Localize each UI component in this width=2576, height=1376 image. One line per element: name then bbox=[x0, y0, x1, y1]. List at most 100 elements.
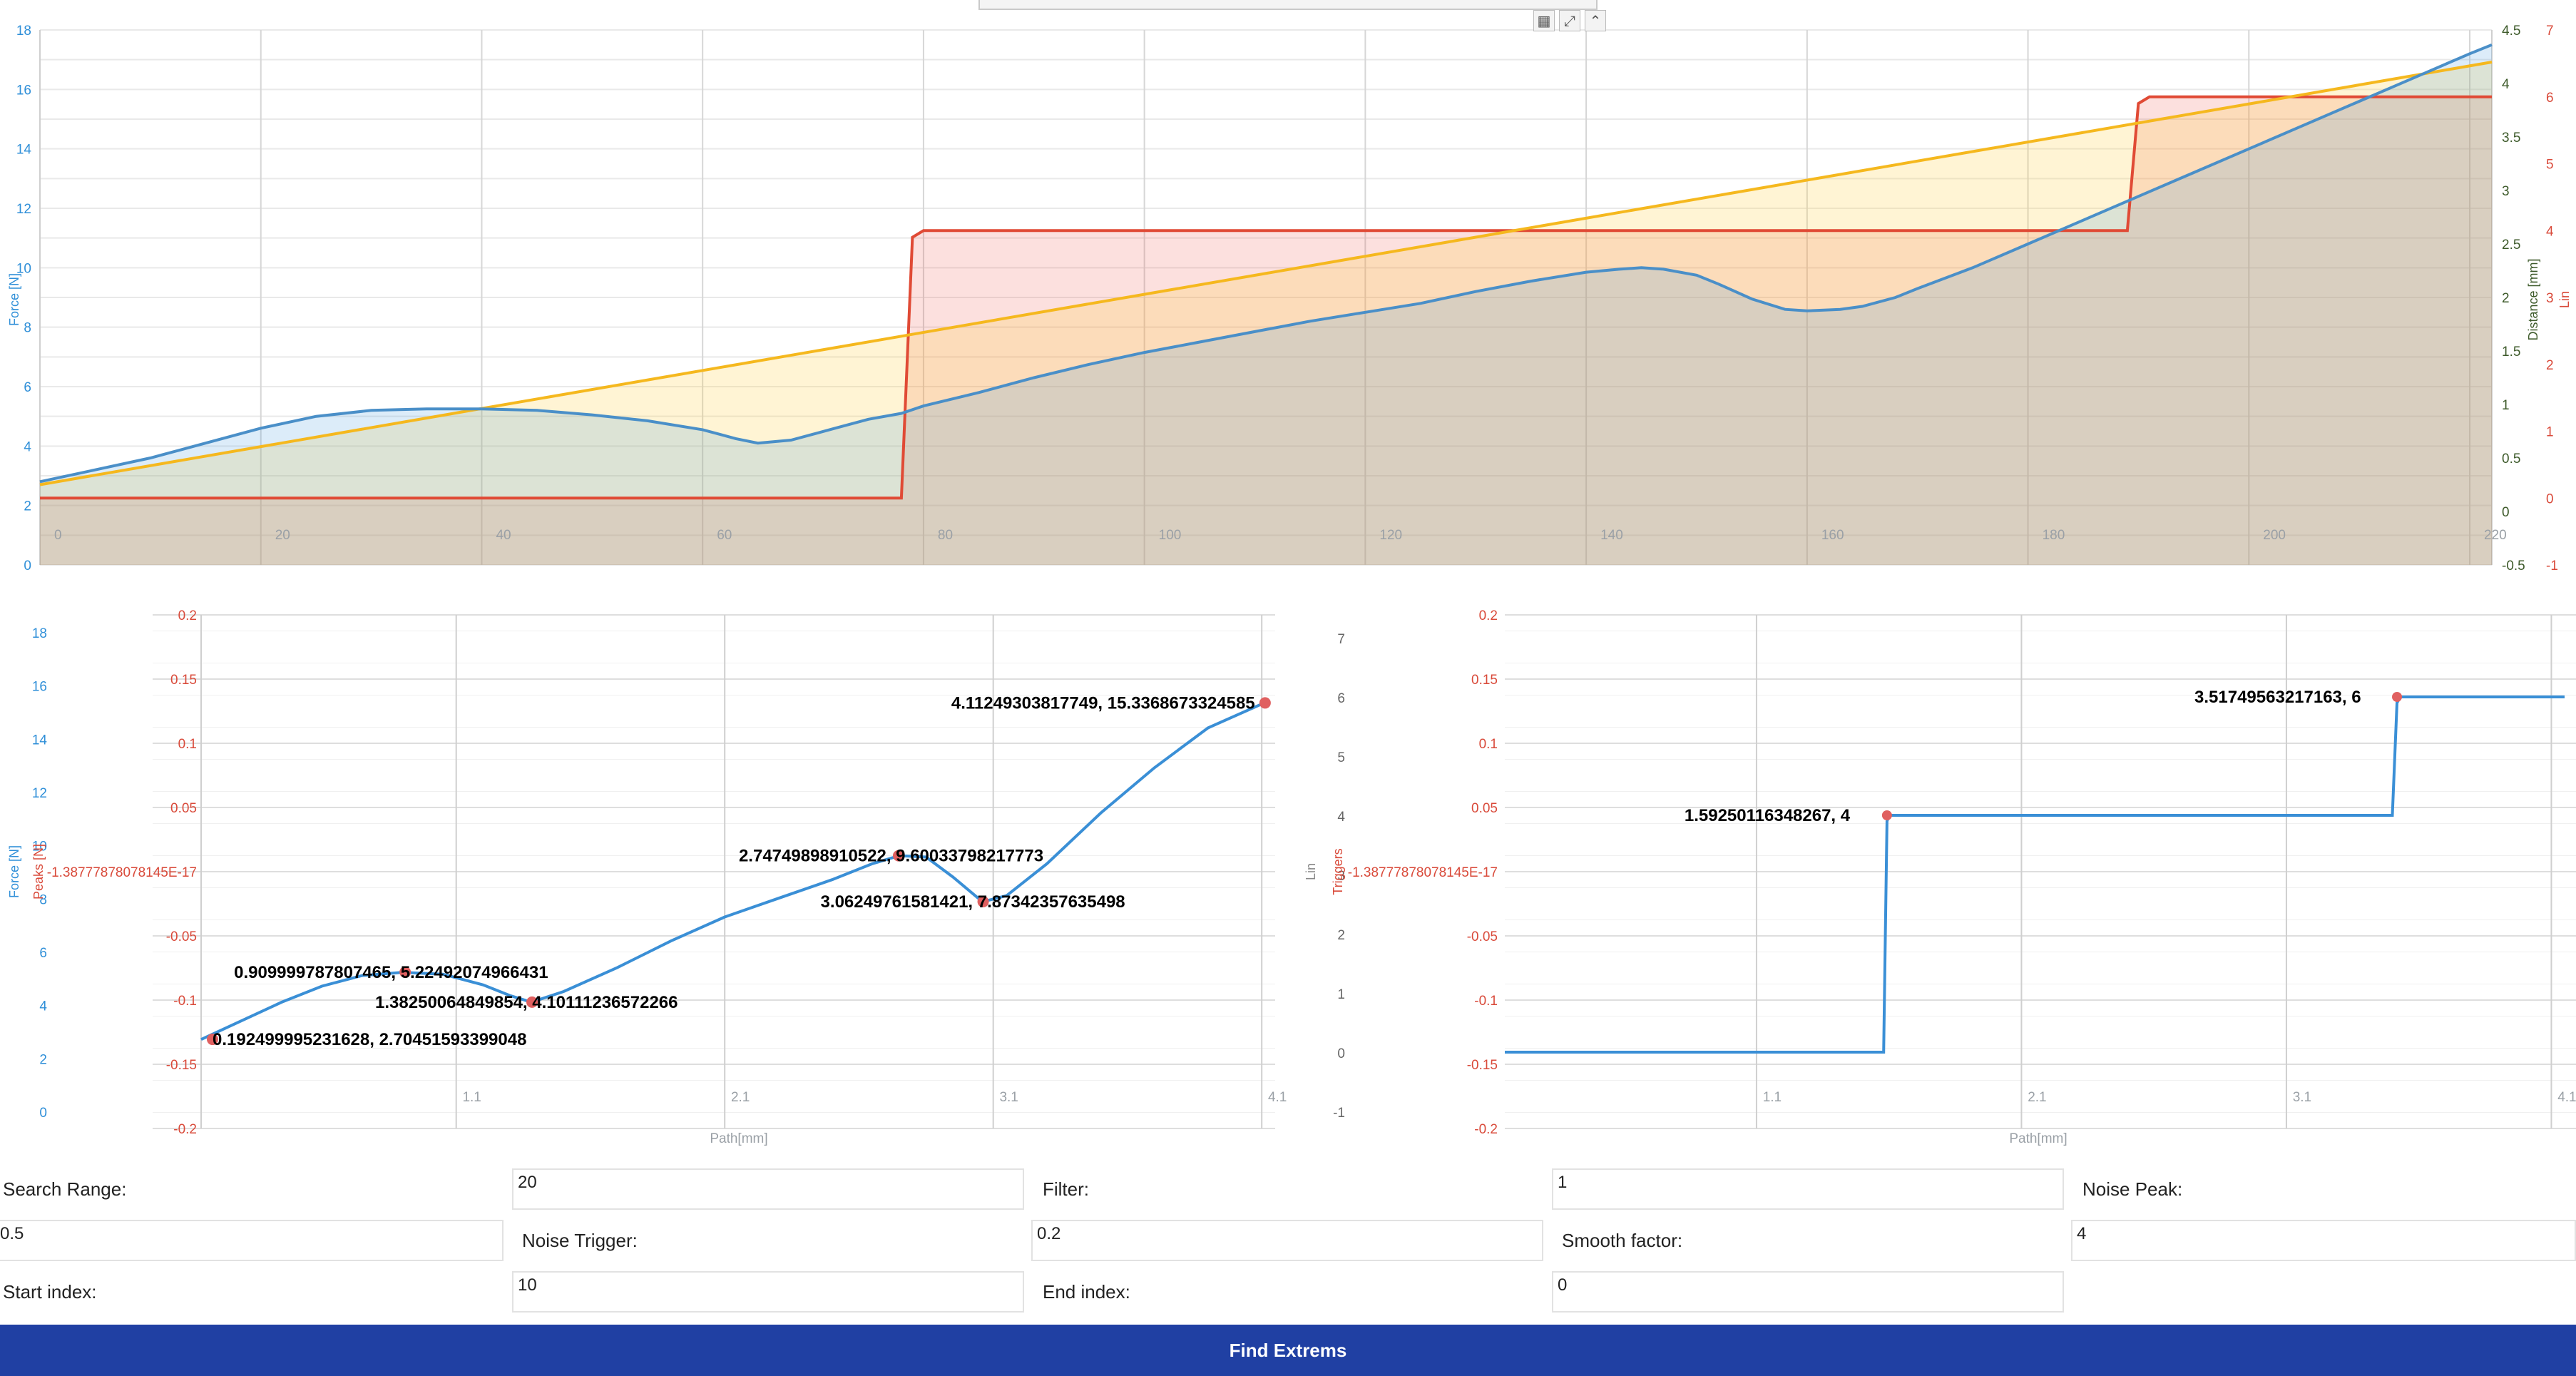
triggers-tick-label: -0.1 bbox=[1474, 994, 1498, 1009]
x-tick-label: 0 bbox=[54, 528, 62, 543]
force-tick-label: 2 bbox=[24, 499, 31, 514]
triggers-tick-label: 0.1 bbox=[1479, 737, 1498, 752]
triggers-tick-label: 0.15 bbox=[1471, 673, 1498, 688]
triggers-tick-label: 0.05 bbox=[1471, 801, 1498, 816]
x-tick-label: 180 bbox=[2043, 528, 2065, 543]
lin-tick-label: 1 bbox=[2546, 425, 2554, 440]
lin-tick-label: 6 bbox=[2546, 91, 2554, 106]
peaks-chart[interactable]: 0.192499995231628, 2.70451593399048 0.909… bbox=[0, 579, 1288, 1150]
x-tick-label: 60 bbox=[717, 528, 732, 543]
end-index-label: End index: bbox=[1043, 1281, 1130, 1303]
x-tick-label: 2.1 bbox=[731, 1090, 750, 1105]
trigger-marker bbox=[1881, 810, 1892, 820]
distance-tick-label: 2.5 bbox=[2502, 238, 2520, 253]
distance-tick-label: 1 bbox=[2502, 398, 2510, 413]
triggers-chart[interactable]: 1.59250116348267, 4 3.51749563217163, 6 -1… bbox=[1288, 579, 2576, 1150]
start-index-input[interactable]: 10 bbox=[512, 1271, 1024, 1313]
lin-tick-label: 1 bbox=[1337, 987, 1345, 1002]
end-index-input[interactable]: 0 bbox=[1552, 1271, 2064, 1313]
lin-tick-label: 5 bbox=[1337, 750, 1345, 765]
peaks-tick-label: 0.1 bbox=[178, 737, 197, 752]
triggers-tick-label: -0.15 bbox=[1467, 1058, 1498, 1073]
lin-tick-label: -1 bbox=[1333, 1106, 1345, 1121]
force-axis-label: Force [N] bbox=[7, 273, 21, 326]
x-tick-label: 2.1 bbox=[2028, 1090, 2046, 1105]
force-tick-label: 0 bbox=[39, 1106, 47, 1121]
main-chart-svg: 0 20 40 60 80 100 120 140 160 180 200 2200246810121… bbox=[7, 24, 2572, 574]
force-tick-label: 2 bbox=[39, 1052, 47, 1067]
peak-annotation: 1.38250064849854, 4.10111236572266 bbox=[375, 993, 678, 1012]
search-range-label: Search Range: bbox=[3, 1178, 127, 1200]
distance-tick-label: 2 bbox=[2502, 291, 2510, 306]
force-tick-label: 18 bbox=[32, 626, 47, 641]
distance-tick-label: 0.5 bbox=[2502, 452, 2520, 467]
peaks-tick-label: 0.2 bbox=[178, 608, 197, 623]
peaks-tick-label: -1.38777878078145E-17 bbox=[47, 865, 197, 880]
expand-icon[interactable]: ⤢ bbox=[1559, 10, 1580, 31]
lin-tick-label: 4 bbox=[1337, 810, 1345, 825]
x-tick-label: 120 bbox=[1379, 528, 1402, 543]
x-tick-label: 4.1 bbox=[2557, 1090, 2576, 1105]
noise-peak-label: Noise Peak: bbox=[2082, 1178, 2183, 1200]
distance-tick-label: 3.5 bbox=[2502, 131, 2520, 146]
force-tick-label: 4 bbox=[24, 439, 31, 454]
smooth-factor-label: Smooth factor: bbox=[1562, 1230, 1683, 1251]
chart-toolbar[interactable] bbox=[978, 0, 1598, 10]
peaks-tick-label: 0.15 bbox=[170, 673, 197, 688]
chart-window-controls: ▦ ⤢ ⌃ bbox=[1533, 10, 1606, 34]
peak-annotation: 0.909999787807465, 5.22492074966431 bbox=[234, 963, 548, 982]
lin-tick-label: 2 bbox=[2546, 358, 2554, 373]
distance-axis-label: Distance [mm] bbox=[2526, 258, 2540, 340]
x-tick-label: 140 bbox=[1600, 528, 1623, 543]
peaks-tick-label: -0.05 bbox=[166, 929, 197, 944]
force-tick-label: 8 bbox=[24, 321, 31, 336]
form-row-1: Search Range: 20 Filter: 1 Noise Peak: bbox=[0, 1150, 2576, 1210]
lin-tick-label: -1 bbox=[2546, 559, 2558, 574]
peak-marker bbox=[1259, 697, 1271, 709]
main-combined-chart[interactable]: 0 20 40 60 80 100 120 140 160 180 200 220 0 2 4 6 8 10 12 1… bbox=[0, 0, 2576, 579]
x-tick-label: 3.1 bbox=[999, 1090, 1018, 1105]
x-tick-label: 3.1 bbox=[2293, 1090, 2311, 1105]
force-tick-label: 14 bbox=[16, 143, 32, 158]
force-tick-label: 14 bbox=[32, 733, 48, 748]
x-tick-label: 4.1 bbox=[1268, 1090, 1287, 1105]
form-row-2: 0.5 Noise Trigger: 0.2 Smooth factor: 4 bbox=[0, 1201, 2576, 1261]
trigger-annotation: 3.51749563217163, 6 bbox=[2194, 688, 2361, 707]
x-tick-label: 80 bbox=[938, 528, 953, 543]
triggers-tick-label: -0.2 bbox=[1474, 1122, 1498, 1137]
x-tick-label: 160 bbox=[1821, 528, 1844, 543]
peaks-axis-label: Peaks [N] bbox=[31, 844, 46, 900]
distance-tick-label: 0 bbox=[2502, 505, 2510, 520]
trigger-marker bbox=[2392, 692, 2403, 702]
lin-tick-label: 3 bbox=[2546, 291, 2554, 306]
form-row-3: Start index: 10 End index: 0 bbox=[0, 1253, 2576, 1313]
lin-axis-label: Lin bbox=[1304, 863, 1318, 880]
force-tick-label: 6 bbox=[39, 946, 47, 961]
triggers-tick-label: 0.2 bbox=[1479, 608, 1498, 623]
peak-annotation: 4.11249303817749, 15.3368673324585 bbox=[951, 693, 1255, 713]
lin-tick-label: 5 bbox=[2546, 158, 2554, 173]
x-tick-label: 1.1 bbox=[1763, 1090, 1782, 1105]
force-tick-label: 16 bbox=[32, 680, 47, 695]
peaks-tick-label: -0.1 bbox=[173, 994, 197, 1009]
find-extrems-button[interactable]: Find Extrems bbox=[0, 1325, 2576, 1376]
x-axis-label: Path[mm] bbox=[710, 1131, 767, 1146]
grid-icon[interactable]: ▦ bbox=[1533, 10, 1555, 31]
filter-label: Filter: bbox=[1043, 1178, 1089, 1200]
lin-tick-label: 4 bbox=[2546, 224, 2554, 239]
lin-tick-label: 0 bbox=[1337, 1046, 1345, 1061]
force-tick-label: 6 bbox=[24, 380, 31, 395]
x-tick-label: 220 bbox=[2484, 528, 2507, 543]
collapse-chevron-icon[interactable]: ⌃ bbox=[1585, 10, 1606, 31]
distance-tick-label: 4.5 bbox=[2502, 24, 2520, 39]
force-tick-label: 18 bbox=[16, 24, 31, 39]
x-tick-label: 20 bbox=[275, 528, 290, 543]
x-tick-label: 1.1 bbox=[462, 1090, 481, 1105]
force-tick-label: 12 bbox=[16, 202, 31, 217]
peaks-tick-label: -0.15 bbox=[166, 1058, 197, 1073]
x-axis-label: Path[mm] bbox=[2009, 1131, 2067, 1146]
peaks-tick-label: -0.2 bbox=[173, 1122, 197, 1137]
peak-annotation: 2.74749898910522, 9.60033798217773 bbox=[739, 847, 1043, 866]
noise-trigger-label: Noise Trigger: bbox=[522, 1230, 638, 1251]
peaks-tick-label: 0.05 bbox=[170, 801, 197, 816]
